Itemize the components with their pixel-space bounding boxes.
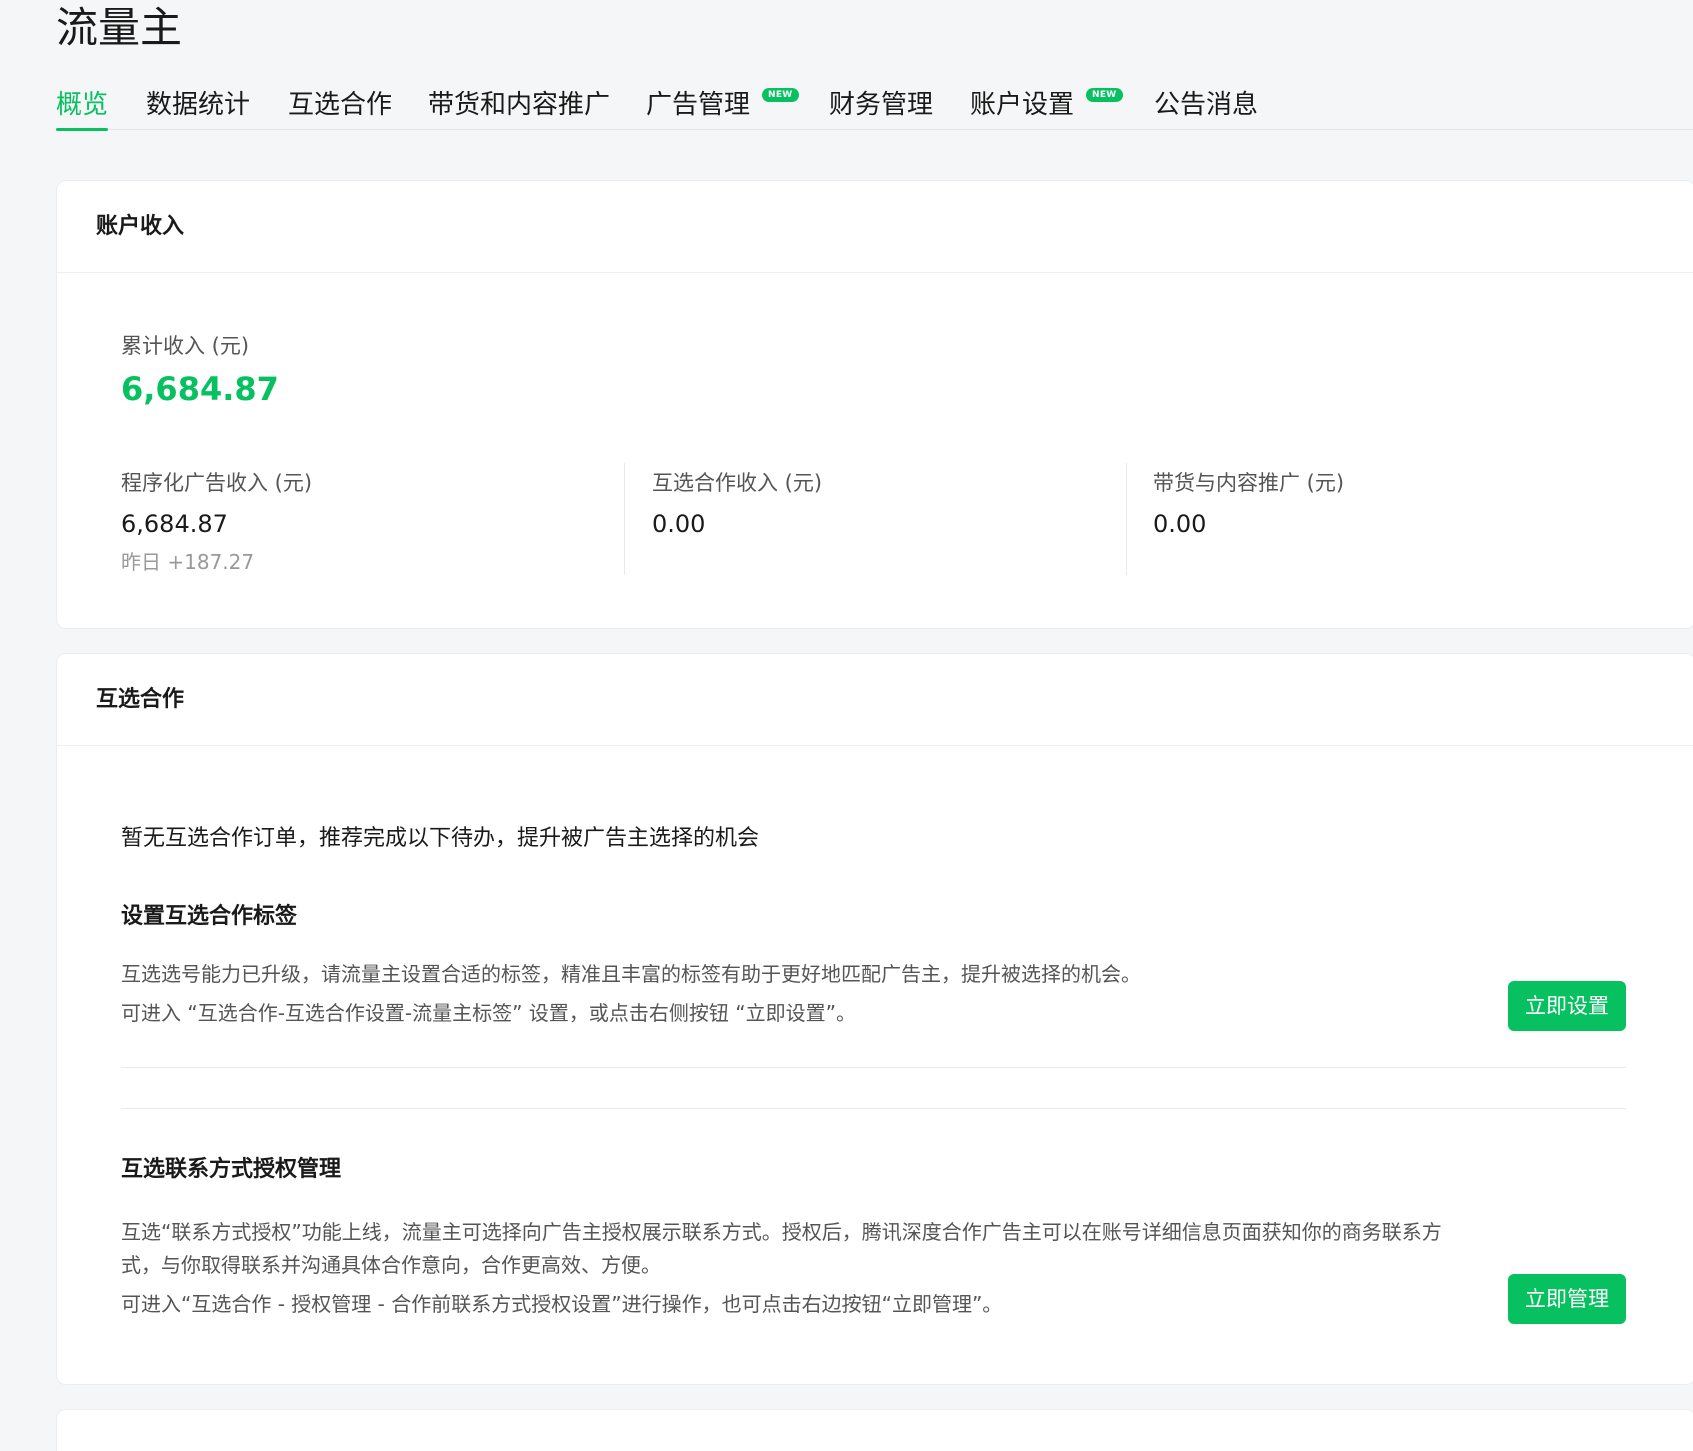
stat-mutual-selection-income: 互选合作收入 (元) 0.00 (624, 463, 1124, 575)
section-hint: 可进入“互选合作 - 授权管理 - 合作前联系方式授权设置”进行操作，也可点击右… (121, 1292, 1003, 1316)
tab-overview[interactable]: 概览 (56, 80, 109, 131)
mutual-selection-card: 互选合作 暂无互选合作订单，推荐完成以下待办，提升被广告主选择的机会 设置互选合… (56, 653, 1693, 1385)
section-title: 设置互选合作标签 (121, 904, 298, 929)
todo-contact-authorization: 互选联系方式授权管理 互选“联系方式授权”功能上线，流量主可选择向广告主授权展示… (121, 1108, 1626, 1378)
stat-value: 0.00 (1153, 510, 1207, 538)
section-description: 互选选号能力已升级，请流量主设置合适的标签，精准且丰富的标签有助于更好地匹配广告… (121, 962, 1141, 986)
new-badge: NEW (1086, 87, 1123, 102)
stat-value: 0.00 (652, 510, 706, 538)
next-card (56, 1409, 1693, 1451)
tab-bar: 概览 数据统计 互选合作 带货和内容推广 广告管理 NEW 财务管理 账户设置 NE… (56, 80, 1693, 131)
stat-value: 6,684.87 (121, 510, 228, 538)
empty-orders-message: 暂无互选合作订单，推荐完成以下待办，提升被广告主选择的机会 (121, 826, 760, 851)
total-income-label: 累计收入 (元) (121, 334, 250, 358)
section-hint: 可进入 “互选合作-互选合作设置-流量主标签” 设置，或点击右侧按钮 “立即设置… (121, 1001, 856, 1025)
total-income-value: 6,684.87 (121, 370, 279, 408)
stat-label: 带货与内容推广 (元) (1153, 471, 1345, 495)
card-title (57, 1410, 1693, 1451)
stat-label: 程序化广告收入 (元) (121, 471, 313, 495)
tab-commerce-promotion[interactable]: 带货和内容推广 (428, 80, 610, 130)
card-title: 账户收入 (57, 181, 1693, 273)
tab-label: 互选合作 (288, 90, 393, 120)
stat-yesterday-delta: 昨日 +187.27 (121, 550, 255, 574)
tab-label: 财务管理 (829, 90, 934, 120)
tab-label: 带货和内容推广 (428, 90, 611, 120)
manage-now-button[interactable]: 立即管理 (1508, 1274, 1626, 1324)
stat-programmatic-ad-income: 程序化广告收入 (元) 6,684.87 昨日 +187.27 (121, 463, 621, 575)
tab-announcements[interactable]: 公告消息 (1154, 80, 1258, 130)
stat-commerce-income: 带货与内容推广 (元) 0.00 (1126, 463, 1626, 575)
new-badge: NEW (762, 87, 799, 102)
tab-ad-management[interactable]: 广告管理 NEW (646, 80, 799, 130)
page-title: 流量主 (56, 3, 183, 52)
section-title: 互选联系方式授权管理 (121, 1157, 342, 1182)
tab-label: 广告管理 (646, 90, 751, 120)
tab-label: 数据统计 (146, 90, 251, 120)
tab-label: 公告消息 (1154, 90, 1259, 120)
income-card: 账户收入 累计收入 (元) 6,684.87 程序化广告收入 (元) 6,684… (56, 180, 1693, 629)
tab-finance[interactable]: 财务管理 (829, 80, 933, 130)
tab-label: 概览 (56, 90, 109, 120)
card-title: 互选合作 (57, 654, 1693, 746)
tab-mutual-selection[interactable]: 互选合作 (288, 80, 392, 130)
tab-data-stats[interactable]: 数据统计 (146, 80, 250, 130)
stat-label: 互选合作收入 (元) (652, 471, 823, 495)
tab-label: 账户设置 (970, 90, 1075, 120)
page: 流量主 概览 数据统计 互选合作 带货和内容推广 广告管理 NEW 财务管理 账户… (0, 0, 1693, 1451)
section-description: 互选“联系方式授权”功能上线，流量主可选择向广告主授权展示联系方式。授权后，腾讯… (121, 1220, 1442, 1277)
tab-account-settings[interactable]: 账户设置 NEW (970, 80, 1123, 130)
todo-set-tags: 设置互选合作标签 互选选号能力已升级，请流量主设置合适的标签，精准且丰富的标签有… (121, 886, 1626, 1068)
set-now-button[interactable]: 立即设置 (1508, 981, 1626, 1031)
